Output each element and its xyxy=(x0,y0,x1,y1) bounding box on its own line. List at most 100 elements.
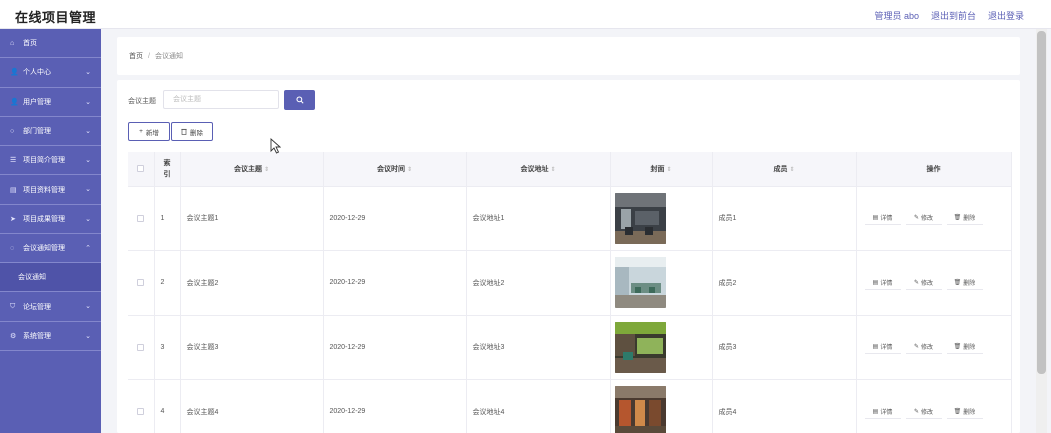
search-button[interactable] xyxy=(284,90,315,110)
select-all-checkbox[interactable] xyxy=(137,165,145,173)
row-select-cell xyxy=(128,379,155,433)
logout-link[interactable]: 退出登录 xyxy=(988,9,1024,22)
user-icon: 👤 xyxy=(10,98,19,106)
delete-label: 删除 xyxy=(963,216,976,223)
chevron-down-icon: ⌄ xyxy=(85,303,91,311)
sidebar-item-system-management[interactable]: ⚙ 系统管理 ⌄ xyxy=(0,322,101,351)
search-icon xyxy=(295,96,304,104)
select-all-cell xyxy=(128,152,155,187)
circle-icon: ○ xyxy=(10,127,15,135)
row-delete-button[interactable]: 🗑 删除 xyxy=(946,276,983,290)
detail-label: 详情 xyxy=(880,216,893,223)
sidebar-item-label: 项目成果管理 xyxy=(23,215,65,223)
table-row: 4 会议主题4 2020-12-29 会议地址4 成员4 ▤ 详情 ✎ 修改 🗑… xyxy=(128,379,1012,433)
trash-icon: 🗑 xyxy=(953,408,962,415)
sidebar-item-user-management[interactable]: 👤 用户管理 ⌄ xyxy=(0,88,101,117)
table-header-row: 索引 会议主题 ⇕ 会议时间 ⇕ 会议地址 ⇕ 封面 ⇕ 成员 ⇕ 操作 xyxy=(128,152,1012,187)
plus-icon: + xyxy=(139,128,143,135)
add-button[interactable]: + 新增 xyxy=(128,122,170,141)
chevron-down-icon: ⌄ xyxy=(85,127,91,135)
cell-index: 1 xyxy=(154,186,181,251)
col-header-label: 会议时间 xyxy=(376,165,405,173)
sidebar-item-label: 首页 xyxy=(23,40,37,48)
sidebar-item-meeting-notice-management[interactable]: ◌ 会议通知管理 ⌃ xyxy=(0,234,101,264)
row-delete-button[interactable]: 🗑 删除 xyxy=(946,405,983,419)
edit-label: 修改 xyxy=(921,280,934,287)
mouse-cursor-icon xyxy=(270,138,281,154)
cell-topic: 会议主题3 xyxy=(180,315,324,380)
cell-time: 2020-12-29 xyxy=(323,186,467,251)
folder-icon: ▤ xyxy=(10,186,17,194)
cell-index: 3 xyxy=(154,315,181,380)
detail-icon: ▤ xyxy=(872,408,879,415)
chevron-down-icon: ⌄ xyxy=(85,98,91,106)
sidebar-item-department-management[interactable]: ○ 部门管理 ⌄ xyxy=(0,117,101,147)
row-checkbox[interactable] xyxy=(137,279,145,287)
cover-image[interactable] xyxy=(614,386,666,433)
main-panel: 会议主题 + 新增 删除 索引 会议主题⇕ 会议时间⇕ 会议地址⇕ xyxy=(117,80,1020,433)
cover-image[interactable] xyxy=(614,192,666,244)
edit-button[interactable]: ✎ 修改 xyxy=(905,276,942,290)
cell-time: 2020-12-29 xyxy=(323,315,467,380)
delete-button[interactable]: 删除 xyxy=(171,122,213,141)
row-delete-button[interactable]: 🗑 删除 xyxy=(946,340,983,355)
edit-button[interactable]: ✎ 修改 xyxy=(905,211,942,226)
back-to-frontend-link[interactable]: 退出到前台 xyxy=(931,9,976,22)
scrollbar-thumb[interactable] xyxy=(1037,31,1046,374)
detail-label: 详情 xyxy=(880,409,893,416)
row-checkbox[interactable] xyxy=(137,214,145,222)
detail-button[interactable]: ▤ 详情 xyxy=(864,276,901,290)
sidebar-item-project-results[interactable]: ➤ 项目成果管理 ⌄ xyxy=(0,205,101,235)
detail-icon: ▤ xyxy=(872,344,879,351)
sidebar-item-label: 个人中心 xyxy=(23,69,51,77)
cover-image[interactable] xyxy=(614,321,666,373)
user-icon: 👤 xyxy=(10,69,19,77)
cover-image[interactable] xyxy=(614,257,666,309)
cell-actions: ▤ 详情 ✎ 修改 🗑 删除 xyxy=(856,250,1012,316)
row-checkbox[interactable] xyxy=(137,343,145,351)
cell-index: 4 xyxy=(154,379,181,433)
search-input[interactable] xyxy=(163,90,279,109)
col-header-label: 会议地址 xyxy=(520,165,549,173)
col-header-member[interactable]: 成员 ⇕ xyxy=(712,152,857,187)
col-header-actions: 操作 xyxy=(856,152,1012,187)
sidebar-item-forum-management[interactable]: ⛉ 论坛管理 ⌄ xyxy=(0,292,101,322)
cell-topic: 会议主题4 xyxy=(180,379,324,433)
cell-address: 会议地址3 xyxy=(466,315,611,380)
admin-user-link[interactable]: 管理员 abo xyxy=(874,9,919,22)
col-header-cover[interactable]: 封面 ⇕ xyxy=(610,152,713,187)
sidebar-item-label: 部门管理 xyxy=(23,128,51,136)
detail-button[interactable]: ▤ 详情 xyxy=(864,340,901,355)
row-select-cell xyxy=(128,315,155,380)
sort-icon: ⇕ xyxy=(550,166,556,173)
trash-icon: 🗑 xyxy=(953,279,962,286)
row-select-cell xyxy=(128,250,155,316)
sidebar-item-home[interactable]: ⌂ 首页 xyxy=(0,29,101,59)
edit-button[interactable]: ✎ 修改 xyxy=(905,340,942,355)
edit-label: 修改 xyxy=(921,409,934,416)
col-header-time[interactable]: 会议时间 ⇕ xyxy=(323,152,467,187)
col-header-topic[interactable]: 会议主题 ⇕ xyxy=(180,152,324,187)
sidebar-item-personal-center[interactable]: 👤 个人中心 ⌄ xyxy=(0,58,101,88)
table-row: 3 会议主题3 2020-12-29 会议地址3 成员3 ▤ 详情 ✎ 修改 🗑… xyxy=(128,315,1012,380)
sidebar-item-project-materials[interactable]: ▤ 项目资料管理 ⌄ xyxy=(0,175,101,205)
edit-button[interactable]: ✎ 修改 xyxy=(905,405,942,419)
breadcrumb-home[interactable]: 首页 xyxy=(129,51,143,61)
chevron-down-icon: ⌄ xyxy=(85,69,91,77)
cell-cover xyxy=(610,186,713,251)
detail-button[interactable]: ▤ 详情 xyxy=(864,211,901,226)
sidebar-item-project-intro[interactable]: ☰ 项目简介管理 ⌄ xyxy=(0,146,101,176)
app-title: 在线项目管理 xyxy=(15,10,97,25)
cell-time: 2020-12-29 xyxy=(323,379,467,433)
sort-icon: ⇕ xyxy=(263,166,270,173)
home-icon: ⌂ xyxy=(10,39,15,47)
row-select-cell xyxy=(128,186,155,251)
col-header-address[interactable]: 会议地址 ⇕ xyxy=(466,152,611,187)
detail-button[interactable]: ▤ 详情 xyxy=(864,405,901,419)
sidebar-subitem-meeting-notice[interactable]: 会议通知 xyxy=(0,263,101,293)
row-delete-button[interactable]: 🗑 删除 xyxy=(946,211,983,226)
cell-actions: ▤ 详情 ✎ 修改 🗑 删除 xyxy=(856,186,1012,251)
meeting-table: 索引 会议主题 ⇕ 会议时间 ⇕ 会议地址 ⇕ 封面 ⇕ 成员 ⇕ 操作 1 会议主题1 … xyxy=(128,152,1012,433)
row-checkbox[interactable] xyxy=(137,408,145,416)
col-header-label: 操作 xyxy=(926,165,941,173)
